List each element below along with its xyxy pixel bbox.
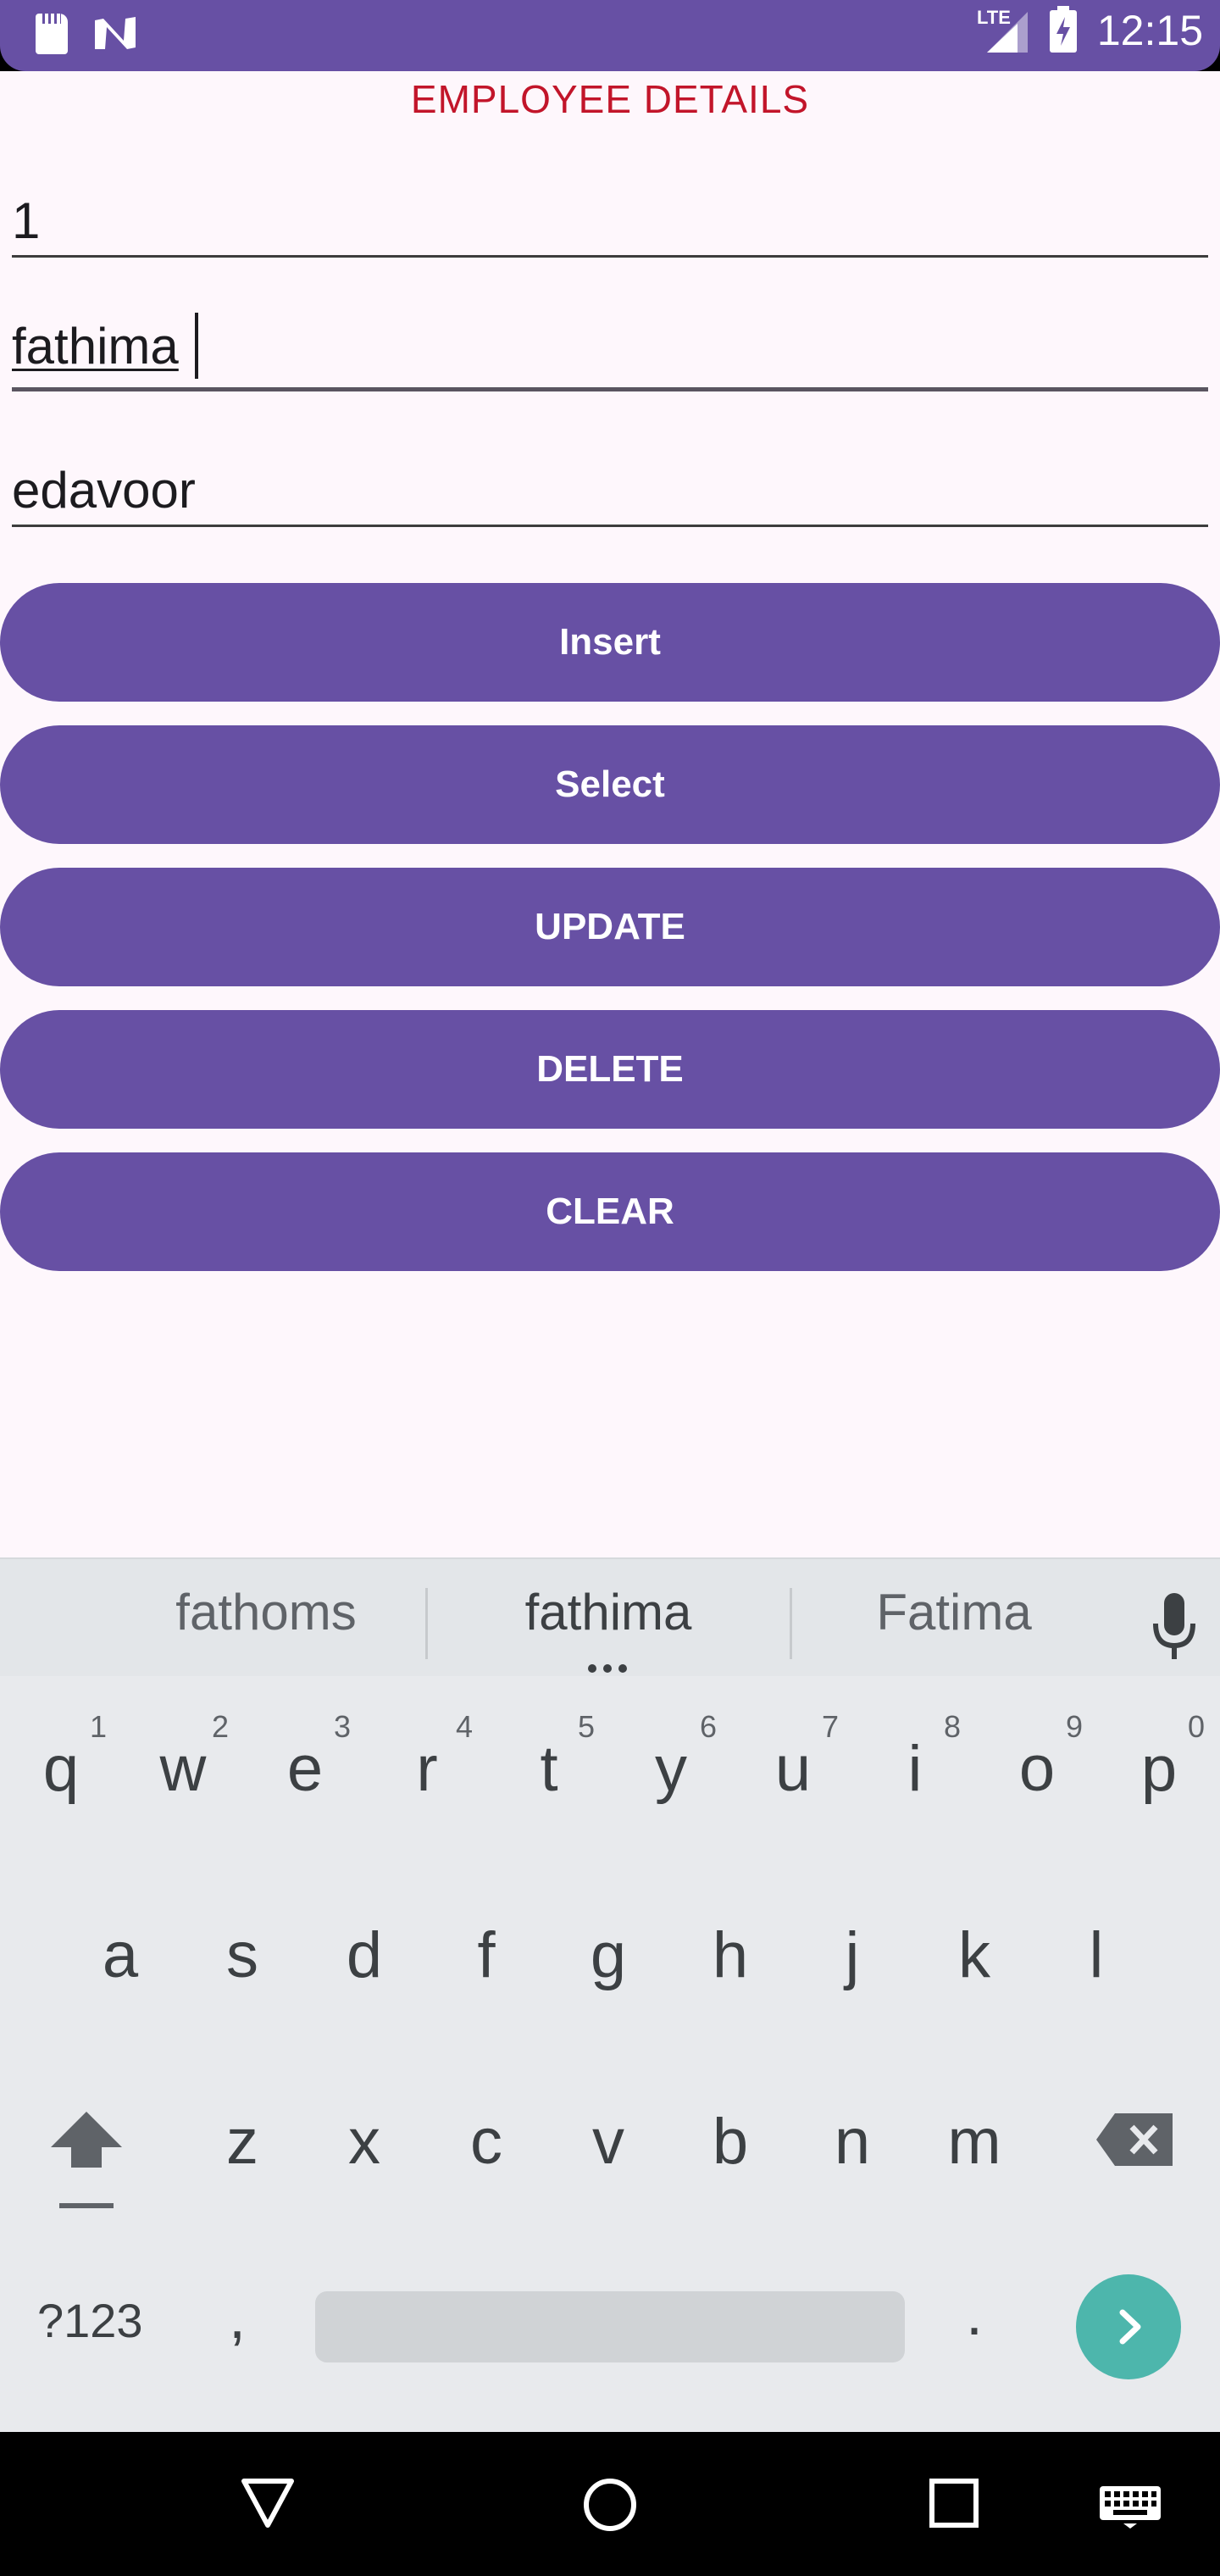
update-button[interactable]: UPDATE [0,868,1220,986]
page-title: EMPLOYEE DETAILS [410,77,810,121]
chevron-right-icon [1119,2309,1141,2345]
status-clock: 12:15 [1096,7,1203,54]
key-p[interactable]: p0 [1108,1693,1210,1846]
key-j[interactable]: j [801,1879,903,2032]
select-button[interactable]: Select [0,725,1220,844]
key-z[interactable]: z [191,2066,293,2218]
key-m[interactable]: m [923,2066,1025,2218]
employee-id-field[interactable] [12,164,1208,258]
suggestion-middle[interactable]: fathima [430,1583,786,1641]
employee-address-input[interactable] [12,434,1208,525]
suggestion-divider [425,1588,428,1659]
enter-key[interactable] [1076,2274,1181,2379]
key-x[interactable]: x [313,2066,415,2218]
key-e[interactable]: e3 [254,1693,356,1846]
comma-key[interactable]: , [229,2283,246,2352]
sd-card-icon [36,14,68,54]
insert-button[interactable]: Insert [0,583,1220,702]
recents-icon[interactable] [929,2478,979,2529]
suggestion-strip: fathoms fathima Fatima [0,1557,1220,1676]
keyboard-switch-icon[interactable] [1098,2484,1162,2529]
employee-address-field[interactable] [12,434,1208,527]
key-g[interactable]: g [557,1879,659,2032]
period-key[interactable]: . [966,2279,983,2349]
microphone-icon[interactable] [1149,1591,1200,1663]
key-o[interactable]: o9 [986,1693,1088,1846]
key-t[interactable]: t5 [498,1693,600,1846]
symbols-key[interactable]: ?123 [37,2293,143,2348]
key-b[interactable]: b [679,2066,781,2218]
key-k[interactable]: k [923,1879,1025,2032]
backspace-icon[interactable] [1096,2113,1173,2166]
suggestion-right[interactable]: Fatima [776,1583,1132,1641]
key-l[interactable]: l [1045,1879,1147,2032]
employee-name-field[interactable]: fathima [12,298,1208,391]
signal-icon: LTE [977,7,1028,53]
status-bar: LTE 12:15 [0,0,1220,71]
key-q[interactable]: q1 [10,1693,112,1846]
key-w[interactable]: w2 [132,1693,234,1846]
shift-icon[interactable] [47,2108,125,2208]
key-h[interactable]: h [679,1879,781,2032]
employee-name-value[interactable]: fathima [12,317,179,375]
suggestion-left[interactable]: fathoms [88,1583,444,1641]
employee-id-input[interactable] [12,164,1208,255]
key-c[interactable]: c [435,2066,537,2218]
text-caret [195,313,198,379]
space-bar[interactable] [315,2291,905,2362]
key-s[interactable]: s [191,1879,293,2032]
navigation-bar [0,2432,1220,2576]
network-type-label: LTE [977,7,1011,28]
battery-icon [1049,6,1077,53]
key-v[interactable]: v [557,2066,659,2218]
delete-button[interactable]: DELETE [0,1010,1220,1129]
home-icon[interactable] [583,2478,637,2532]
key-f[interactable]: f [435,1879,537,2032]
key-u[interactable]: u7 [742,1693,844,1846]
key-d[interactable]: d [313,1879,415,2032]
more-suggestions-icon[interactable] [588,1664,627,1673]
key-r[interactable]: r4 [376,1693,478,1846]
key-a[interactable]: a [69,1879,171,2032]
clear-button[interactable]: CLEAR [0,1152,1220,1271]
employee-form-screen: EMPLOYEE DETAILS fathima Insert Select U… [0,71,1220,1559]
key-i[interactable]: i8 [864,1693,966,1846]
n-notification-icon [95,17,136,49]
key-y[interactable]: y6 [620,1693,722,1846]
key-n[interactable]: n [801,2066,903,2218]
back-icon[interactable] [241,2478,295,2529]
